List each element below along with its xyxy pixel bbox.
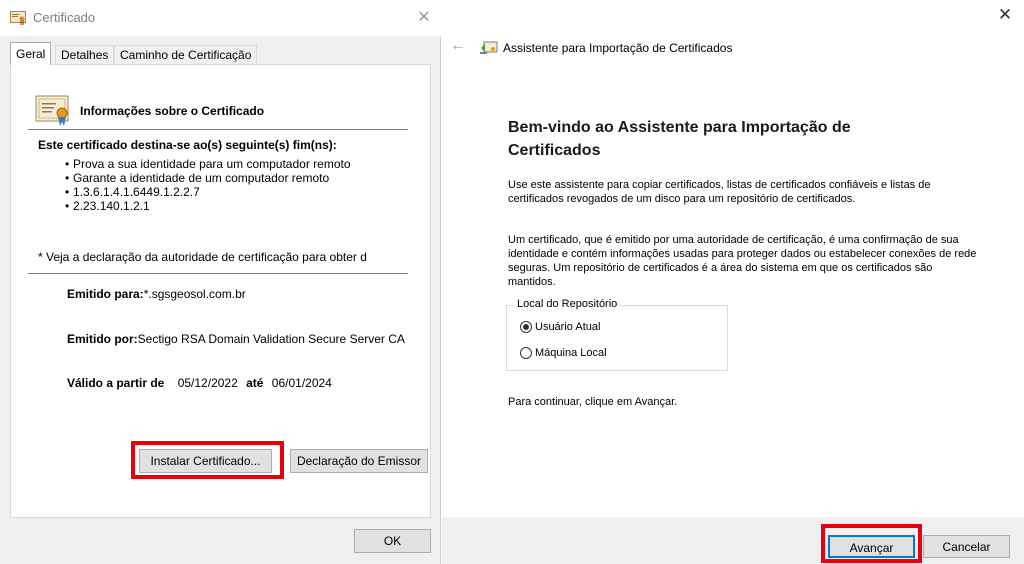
issuer-statement-note: * Veja a declaração da autoridade de cer… bbox=[38, 250, 367, 264]
certificate-wizard-icon bbox=[480, 39, 498, 58]
radio-label: Máquina Local bbox=[535, 347, 607, 359]
close-button[interactable]: ✕ bbox=[412, 6, 436, 30]
purpose-item: • 2.23.140.1.2.1 bbox=[65, 199, 150, 213]
cancel-button[interactable]: Cancelar bbox=[923, 535, 1010, 558]
certificate-ribbon-icon bbox=[35, 93, 73, 130]
radio-local-machine[interactable]: Máquina Local bbox=[520, 347, 607, 359]
ok-button[interactable]: OK bbox=[354, 529, 431, 553]
valid-to-label: até bbox=[246, 376, 264, 390]
purpose-title: Este certificado destina-se ao(s) seguin… bbox=[38, 138, 337, 152]
issued-by-label: Emitido por: bbox=[67, 332, 138, 346]
issued-to-row: Emitido para:*.sgsgeosol.com.br bbox=[67, 287, 246, 301]
certificate-icon bbox=[10, 11, 26, 25]
certificate-dialog-title: Certificado bbox=[33, 10, 96, 25]
back-arrow-icon[interactable]: ← bbox=[450, 37, 468, 57]
wizard-info-paragraph: Um certificado, que é emitido por uma au… bbox=[508, 234, 977, 288]
validity-row: Válido a partir de 05/12/2022 até 06/01/… bbox=[67, 376, 332, 390]
tab-geral[interactable]: Geral bbox=[10, 42, 52, 65]
radio-unselected-icon[interactable] bbox=[520, 347, 532, 359]
issued-by-value: Sectigo RSA Domain Validation Secure Ser… bbox=[137, 332, 405, 346]
certificate-import-wizard: ✕ ← Assistente para Importação de Certif… bbox=[442, 0, 1024, 564]
store-location-group bbox=[506, 305, 728, 371]
store-location-label: Local do Repositório bbox=[514, 298, 621, 310]
divider bbox=[28, 273, 408, 274]
wizard-title: Assistente para Importação de Certificad… bbox=[503, 41, 733, 55]
continue-instruction: Para continuar, clique em Avançar. bbox=[508, 396, 678, 408]
issuer-statement-button[interactable]: Declaração do Emissor bbox=[290, 449, 428, 473]
certificate-info-title: Informações sobre o Certificado bbox=[80, 104, 265, 118]
tab-detalhes[interactable]: Detalhes bbox=[55, 45, 115, 64]
purpose-item: • Prova a sua identidade para um computad… bbox=[65, 157, 351, 171]
highlight-box bbox=[131, 441, 284, 479]
radio-selected-icon[interactable] bbox=[520, 321, 532, 333]
tab-caminho-de-certificacao[interactable]: Caminho de Certificação bbox=[114, 45, 258, 64]
certificate-dialog: Certificado ✕ Geral Detalhes Caminho de … bbox=[0, 0, 441, 564]
valid-from-value: 05/12/2022 bbox=[177, 376, 238, 390]
close-button[interactable]: ✕ bbox=[993, 3, 1017, 27]
highlight-box bbox=[821, 524, 922, 563]
radio-current-user[interactable]: Usuário Atual bbox=[520, 321, 600, 333]
valid-from-label: Válido a partir de bbox=[67, 376, 165, 390]
radio-label: Usuário Atual bbox=[535, 321, 601, 333]
issued-by-row: Emitido por:Sectigo RSA Domain Validatio… bbox=[67, 332, 405, 346]
valid-to-value: 06/01/2024 bbox=[271, 376, 332, 390]
issued-to-value: *.sgsgeosol.com.br bbox=[143, 287, 246, 301]
purpose-item: • Garante a identidade de um computador r… bbox=[65, 171, 330, 185]
wizard-heading: Bem-vindo ao Assistente para Importação … bbox=[508, 119, 851, 159]
issued-to-label: Emitido para: bbox=[67, 287, 144, 301]
divider bbox=[28, 129, 408, 130]
purpose-item: • 1.3.6.1.4.1.6449.1.2.2.7 bbox=[65, 185, 200, 199]
wizard-intro-paragraph: Use este assistente para copiar certific… bbox=[508, 179, 931, 205]
